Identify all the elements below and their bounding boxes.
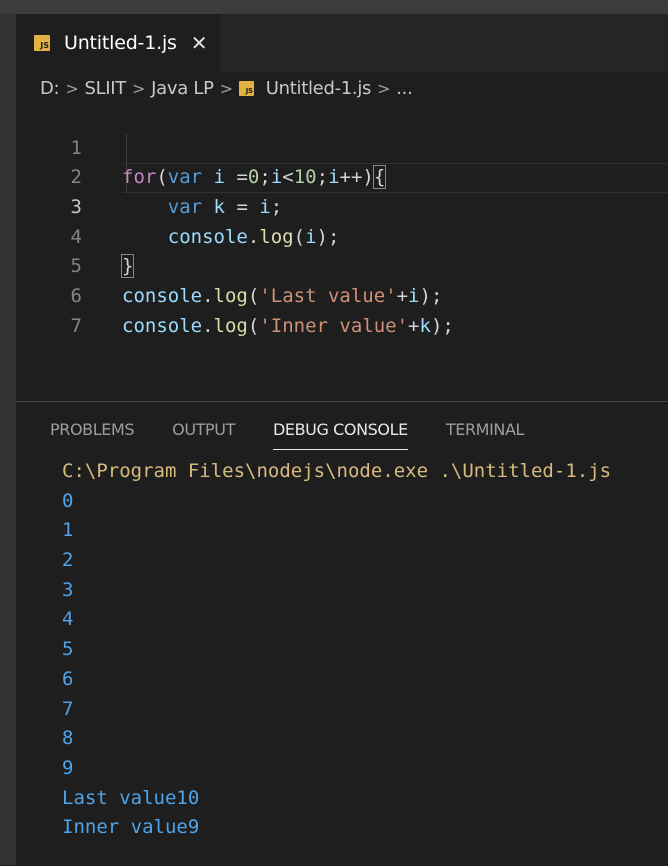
title-bar [0,0,668,14]
breadcrumb: D: > SLIIT > Java LP > JS Untitled-1.js … [40,74,413,102]
tab-output[interactable]: OUTPUT [172,420,235,450]
close-icon[interactable]: ✕ [191,31,208,55]
breadcrumb-drive[interactable]: D: [40,78,60,99]
console-output-line: 2 [62,549,74,572]
chevron-right-icon: > [377,78,391,98]
code-line-current: 3 console.log(i); [16,163,668,248]
editor-area: JS Untitled-1.js ✕ D: > SLIIT > Java LP … [16,14,668,866]
console-output-line: 3 [62,578,74,601]
code-line: 5 console.log('Last value'+i); [16,223,668,307]
javascript-file-icon: JS [34,35,50,51]
bottom-panel: PROBLEMS OUTPUT DEBUG CONSOLE TERMINAL C… [16,401,668,866]
chevron-right-icon: > [65,78,79,98]
chevron-right-icon: > [132,78,146,98]
chevron-right-icon: > [219,78,233,98]
console-output-line: 4 [62,608,74,631]
breadcrumb-folder-java-lp[interactable]: Java LP [151,78,214,99]
console-output-line: 9 [62,756,74,779]
tab-title: Untitled-1.js [64,32,177,54]
tab-problems[interactable]: PROBLEMS [50,420,135,450]
code-line: 7 [16,282,668,337]
console-output-line: 1 [62,519,74,542]
code-line: 4 } [16,193,668,279]
console-output-line: 8 [62,727,74,750]
breadcrumb-more[interactable]: ... [396,78,413,99]
code-line: 6 console.log('Inner value'+k); [16,252,668,337]
editor-tab-untitled-1[interactable]: JS Untitled-1.js ✕ [16,14,220,72]
tab-terminal[interactable]: TERMINAL [446,420,525,450]
code-editor[interactable]: 1 for(var i =0;i<10;i++){ 2 var k = i; 3… [16,104,668,337]
breadcrumb-file[interactable]: Untitled-1.js [266,78,372,99]
console-output-line: 6 [62,667,74,690]
breadcrumb-folder-sliit[interactable]: SLIIT [84,78,126,99]
editor-tab-bar: JS Untitled-1.js ✕ [16,14,668,72]
console-output-line: 0 [62,489,74,512]
line-text: console.log('Inner value'+k); [122,314,454,337]
activity-bar [0,14,16,865]
console-output-line: Inner value9 [62,816,200,839]
tab-debug-console[interactable]: DEBUG CONSOLE [272,420,408,450]
code-line: 1 for(var i =0;i<10;i++){ [16,104,668,190]
console-output-line: Last value10 [62,786,200,809]
debug-console-output[interactable]: C:\Program Files\nodejs\node.exe .\Untit… [62,457,611,843]
console-output-line: 7 [62,697,74,720]
code-line: 2 var k = i; [16,134,668,218]
panel-tab-bar: PROBLEMS OUTPUT DEBUG CONSOLE TERMINAL [50,420,562,450]
console-command-line: C:\Program Files\nodejs\node.exe .\Untit… [62,460,612,482]
console-output-line: 5 [62,638,74,661]
javascript-file-icon: JS [238,80,254,96]
line-number: 7 [70,314,82,337]
